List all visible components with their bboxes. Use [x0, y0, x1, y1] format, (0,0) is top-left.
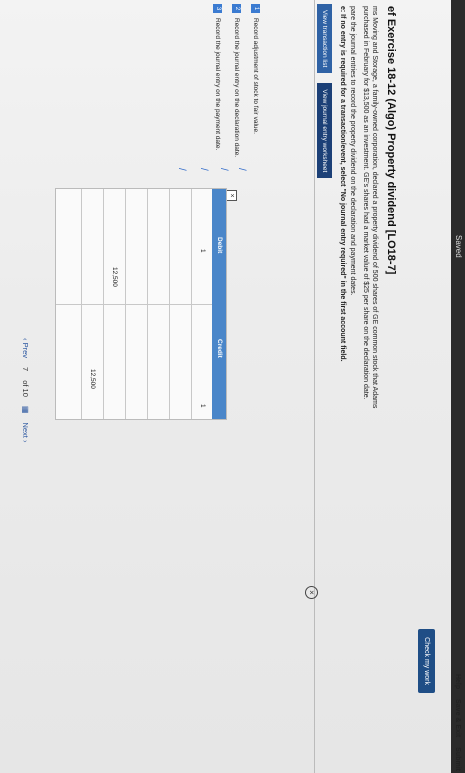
table-header: Debit Credit	[212, 189, 226, 419]
item-label: Record the journal entry on the payment …	[214, 18, 221, 151]
list-item[interactable]: 2 Record the journal entry on the declar…	[227, 4, 246, 157]
close-circle-icon[interactable]: ×	[305, 586, 318, 599]
x-box-icon[interactable]: ×	[226, 190, 237, 201]
problem-text: ms Moving and Storage, a family-owned co…	[361, 6, 379, 646]
journal-table: Debit Credit 1 1 12,500 12,500	[55, 188, 227, 420]
item-label: Record the journal entry on the declarat…	[233, 18, 240, 158]
check-icon: /	[176, 168, 187, 171]
grid-icon[interactable]: ▦	[21, 406, 30, 414]
pagination: ‹ Prev 7 of 10 ▦ Next ›	[21, 338, 30, 442]
problem-line-2: purchased in February for $13,500 as an …	[362, 6, 369, 400]
check-my-work-button[interactable]: Check my work	[418, 629, 435, 693]
view-journal-entry-worksheet-button[interactable]: View journal entry worksheet	[317, 83, 332, 179]
item-label: Record adjustment of stock to fair value…	[252, 18, 259, 134]
help-link[interactable]: Help	[454, 674, 461, 689]
transaction-list: 1 Record adjustment of stock to fair val…	[208, 4, 265, 157]
toolbar: Help Save & Exit Submit	[454, 674, 461, 771]
check-icon: /	[236, 168, 247, 171]
submit-link[interactable]: Submit	[454, 747, 461, 771]
page-current: 7	[21, 367, 30, 372]
check-icon: /	[218, 168, 229, 171]
worksheet-tabs: View transaction list View journal entry…	[317, 4, 332, 179]
screen: Saved Help Save & Exit Submit Check my w…	[0, 0, 465, 773]
prev-label: Prev	[21, 342, 30, 359]
list-item[interactable]: 1 Record adjustment of stock to fair val…	[246, 4, 265, 157]
debit-header: Debit	[216, 237, 223, 254]
credit-cell[interactable]: 1	[199, 404, 206, 408]
list-item[interactable]: 3 Record the journal entry on the paymen…	[208, 4, 227, 157]
exercise-title: ef Exercise 18-12 (Algo) Property divide…	[385, 6, 397, 275]
page-total: of 10	[21, 380, 30, 397]
next-label: Next	[21, 422, 30, 438]
check-icon: /	[198, 168, 209, 171]
top-bar: Saved Help Save & Exit Submit	[451, 0, 465, 773]
divider	[314, 0, 315, 773]
view-transaction-list-button[interactable]: View transaction list	[317, 4, 332, 74]
debit-cell[interactable]: 1	[199, 249, 206, 253]
item-number: 2	[232, 4, 241, 13]
item-number: 1	[251, 4, 260, 13]
credit-header: Credit	[216, 339, 223, 358]
prev-button[interactable]: ‹ Prev	[21, 338, 30, 358]
item-number: 3	[213, 4, 222, 13]
saved-tab: Saved	[454, 235, 463, 258]
credit-cell[interactable]: 12,500	[89, 369, 96, 389]
instruction-text: pare the journal entries to record the p…	[349, 6, 356, 296]
column-line	[56, 304, 212, 305]
note-text: e: If no entry is required for a transac…	[339, 6, 346, 362]
next-button[interactable]: Next ›	[21, 422, 30, 442]
save-exit-link[interactable]: Save & Exit	[454, 699, 461, 737]
problem-line-1: ms Moving and Storage, a family-owned co…	[371, 6, 378, 409]
debit-cell[interactable]: 12,500	[111, 267, 118, 287]
